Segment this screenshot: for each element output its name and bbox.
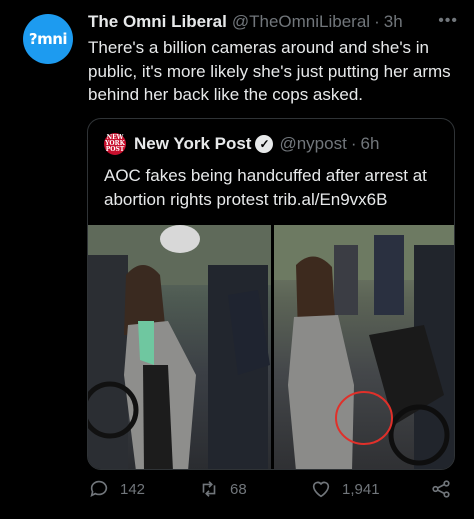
tweet-header: The Omni Liberal @TheOmniLiberal · 3h — [88, 11, 462, 33]
quote-author-name: New York Post — [134, 134, 252, 153]
share-button[interactable] — [430, 478, 462, 500]
author-handle[interactable]: @TheOmniLiberal — [232, 12, 370, 32]
tweet-text: There's a billion cameras around and she… — [88, 38, 451, 104]
verified-badge-icon: ✓ — [255, 135, 274, 153]
share-icon — [432, 480, 450, 498]
photo-left-image — [88, 225, 271, 469]
author-name[interactable]: The Omni Liberal — [88, 12, 227, 32]
reply-icon — [90, 480, 108, 497]
tweet-actions: 142 68 1,941 — [88, 478, 464, 508]
retweet-icon — [202, 481, 216, 497]
quote-text: AOC fakes being handcuffed after arrest … — [104, 166, 427, 209]
media-grid — [88, 225, 454, 469]
avatar-logo-text: ?mni — [28, 30, 68, 48]
reply-count: 142 — [120, 480, 146, 498]
separator-dot: · — [374, 12, 380, 31]
quote-time: 6h — [360, 134, 380, 153]
like-count: 1,941 — [342, 480, 380, 498]
photo-right[interactable] — [273, 225, 454, 469]
more-icon[interactable]: ••• — [438, 12, 458, 30]
heart-icon — [312, 481, 330, 498]
like-button[interactable]: 1,941 — [310, 478, 380, 500]
quote-header: NEW YORK POST New York Post ✓ @nypost · 6h — [104, 133, 379, 155]
quoted-tweet[interactable]: NEW YORK POST New York Post ✓ @nypost · 6h… — [87, 118, 455, 470]
separator-dot: · — [350, 134, 357, 153]
tweet-time[interactable]: 3h — [384, 12, 403, 32]
retweet-count: 68 — [230, 480, 247, 498]
author-avatar[interactable]: ?mni — [23, 14, 73, 64]
photo-left[interactable] — [88, 225, 271, 469]
photo-right-image — [273, 225, 454, 469]
reply-button[interactable]: 142 — [88, 478, 145, 500]
nypost-avatar[interactable]: NEW YORK POST — [104, 133, 126, 155]
quote-author-handle: @nypost — [279, 134, 347, 153]
retweet-button[interactable]: 68 — [198, 478, 247, 500]
